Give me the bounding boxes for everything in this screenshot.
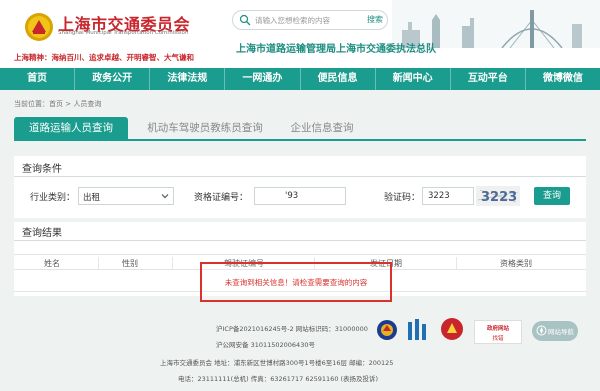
nav-item-news[interactable]: 新闻中心 bbox=[376, 68, 451, 90]
cert-number-value: '93 bbox=[285, 191, 299, 201]
cert-number-label: 资格证编号： bbox=[194, 193, 249, 203]
query-tabs: 道路运输人员查询 机动车驾驶员教练员查询 企业信息查询 bbox=[14, 117, 586, 141]
captcha-label: 验证码： bbox=[384, 193, 421, 203]
footer-address: 上海市交通委员会 地址：浦东新区世博村路300号1号楼6至16层 邮编：2001… bbox=[160, 359, 394, 367]
divider bbox=[14, 176, 586, 177]
main-nav: 首页 政务公开 法律法规 一网通办 便民信息 新闻中心 互动平台 微博微信 bbox=[0, 68, 600, 90]
gov-site-error-report-badge[interactable]: 政府网站 找错 bbox=[474, 320, 522, 344]
captcha-value: 3223 bbox=[428, 191, 450, 201]
site-header: 上海市交通委员会 Shanghai Municipal Transportati… bbox=[0, 0, 600, 68]
nav-item-interaction[interactable]: 互动平台 bbox=[451, 68, 526, 90]
badge-text-2: 找错 bbox=[492, 336, 504, 342]
no-results-message: 未查询到相关信息！请检查需要查询的内容 bbox=[200, 262, 392, 302]
nav-item-gov-affairs[interactable]: 政务公开 bbox=[75, 68, 151, 90]
org-name-en: Shanghai Municipal Transportation Commis… bbox=[58, 30, 189, 36]
badge-text-1: 政府网站 bbox=[486, 326, 509, 332]
tab-driving-instructor[interactable]: 机动车驾驶员教练员查询 bbox=[140, 117, 270, 139]
breadcrumb: 当前位置：首页 > 人员查询 bbox=[14, 100, 102, 108]
nav-item-weibo-wechat[interactable]: 微博微信 bbox=[526, 68, 600, 90]
cert-number-input[interactable]: '93 bbox=[254, 187, 346, 205]
column-header-gender: 性别 bbox=[122, 259, 138, 268]
query-conditions-title: 查询条件 bbox=[22, 164, 62, 175]
compass-icon bbox=[536, 325, 547, 336]
nav-item-online-service[interactable]: 一网通办 bbox=[225, 68, 301, 90]
search-button[interactable]: 搜索 bbox=[367, 14, 383, 25]
party-emblem-icon[interactable] bbox=[440, 317, 464, 341]
police-emblem-icon[interactable] bbox=[376, 319, 398, 341]
footer-phone: 电话：23111111(总机) 传真：63261717 62591160 (表扬… bbox=[178, 375, 379, 383]
captcha-image-text: 3223 bbox=[481, 190, 517, 205]
column-divider bbox=[456, 257, 457, 269]
building-logo-icon[interactable] bbox=[406, 318, 428, 342]
captcha-input[interactable]: 3223 bbox=[422, 187, 474, 205]
nav-item-public-info[interactable]: 便民信息 bbox=[301, 68, 376, 90]
column-header-qualification: 资格类别 bbox=[500, 259, 532, 268]
site-guide-label: 网站导航 bbox=[548, 328, 574, 336]
police-record[interactable]: 沪公网安备 31011502006430号 bbox=[216, 339, 315, 349]
slogan: 上海精神：海纳百川、追求卓越、开明睿智、大气谦和 bbox=[14, 53, 194, 62]
no-results-text: 未查询到相关信息！请检查需要查询的内容 bbox=[224, 278, 368, 287]
column-divider bbox=[172, 257, 173, 269]
query-results-title: 查询结果 bbox=[22, 228, 62, 239]
search-icon bbox=[239, 14, 251, 26]
site-search: 请输入您想检索的内容 搜索 bbox=[232, 10, 388, 30]
industry-select-value: 出租 bbox=[83, 193, 101, 203]
tab-road-transport-personnel[interactable]: 道路运输人员查询 bbox=[14, 117, 128, 139]
divider bbox=[14, 240, 586, 241]
industry-select[interactable]: 出租 bbox=[78, 187, 174, 205]
search-input[interactable]: 请输入您想检索的内容 bbox=[255, 15, 330, 26]
column-divider bbox=[98, 257, 99, 269]
query-conditions-panel: 查询条件 行业类别： 出租 资格证编号： '93 验证码： 3223 3223 … bbox=[14, 156, 586, 218]
industry-label: 行业类别： bbox=[30, 193, 76, 203]
chevron-down-icon bbox=[161, 194, 169, 199]
commission-logo-icon[interactable] bbox=[24, 12, 54, 42]
column-header-name: 姓名 bbox=[44, 259, 60, 268]
bureau-subtitle: 上海市道路运输管理局上海市交通委执法总队 bbox=[236, 44, 436, 55]
captcha-image[interactable]: 3223 bbox=[476, 186, 520, 206]
nav-item-home[interactable]: 首页 bbox=[0, 68, 76, 90]
nav-item-laws[interactable]: 法律法规 bbox=[150, 68, 226, 90]
site-guide-button[interactable]: 网站导航 bbox=[532, 321, 578, 341]
icp-record[interactable]: 沪ICP备2021016245号-2 网站标识码：31000000 bbox=[216, 323, 368, 333]
query-button[interactable]: 查询 bbox=[534, 187, 570, 205]
tab-enterprise-info[interactable]: 企业信息查询 bbox=[284, 117, 360, 139]
